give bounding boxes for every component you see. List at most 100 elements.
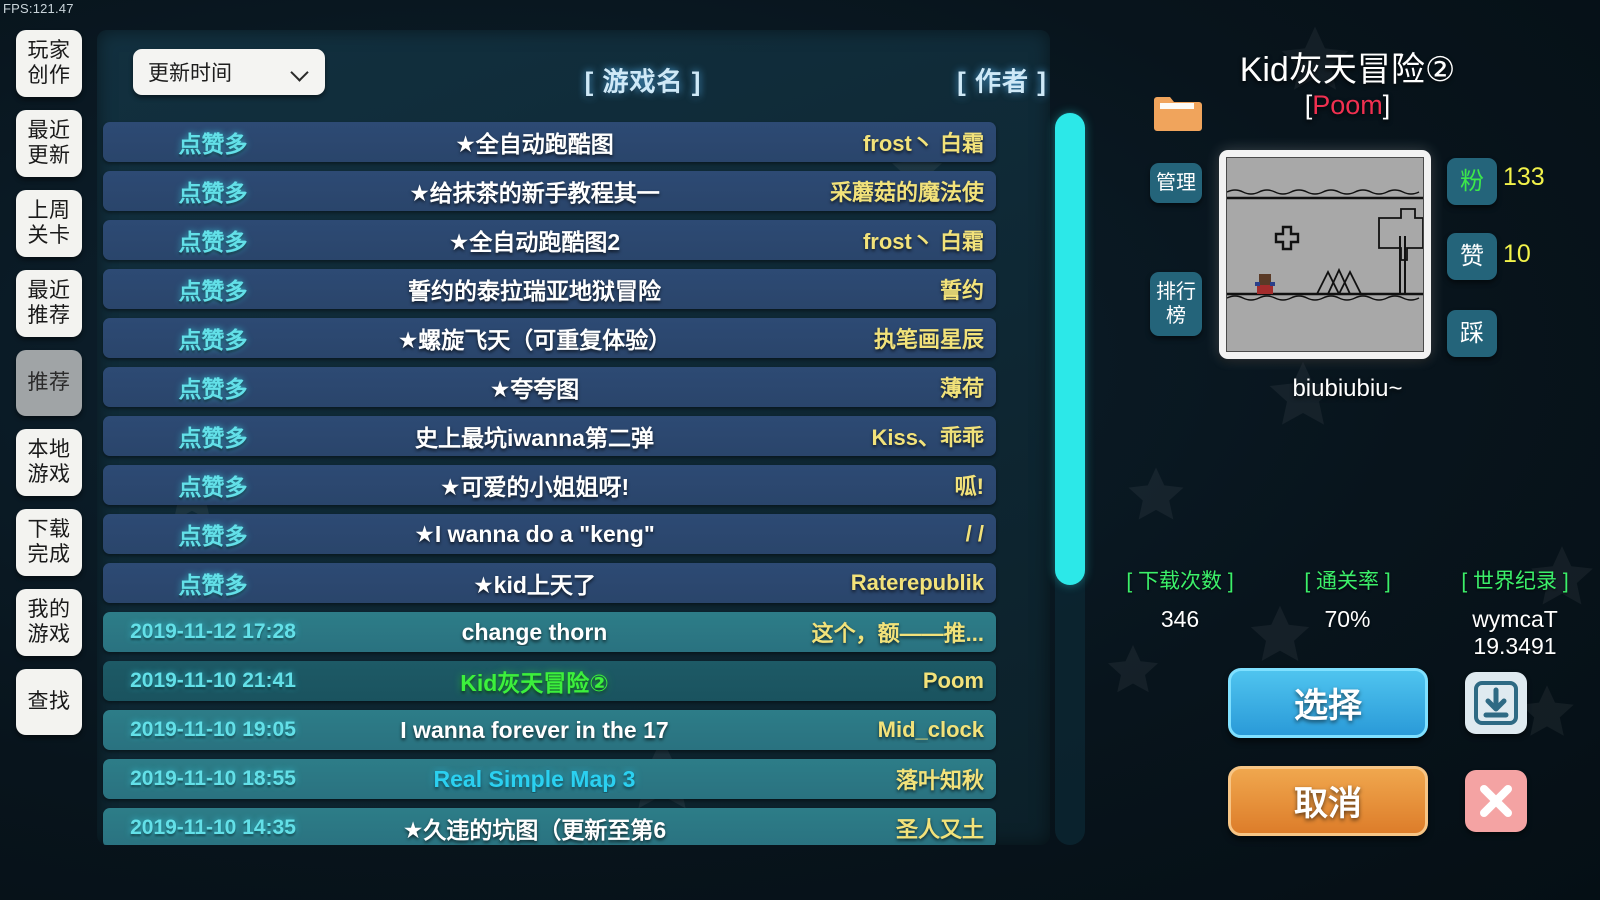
preview-image (1226, 157, 1424, 352)
metric-clearrate: [ 通关率 ] 70% (1265, 565, 1430, 633)
metric-clearrate-label: [ 通关率 ] (1304, 570, 1391, 593)
sidebar-item-label: 最近 (27, 119, 71, 142)
star-decor-icon (1108, 645, 1158, 693)
row-game-name: 誓约的泰拉瑞亚地狱冒险 (408, 278, 661, 304)
table-row[interactable]: 点赞多 ★螺旋飞天（可重复体验） 执笔画星辰 (103, 318, 996, 358)
fans-button[interactable]: 粉 (1447, 158, 1497, 205)
sidebar-item-label: 更新 (27, 144, 71, 167)
sidebar-item-label: 玩家 (27, 39, 71, 62)
fps-counter: FPS:121.47 (3, 1, 74, 16)
row-game-name: ★全自动跑酷图2 (448, 229, 621, 255)
sidebar-item-label: 上周 (27, 199, 71, 222)
table-row[interactable]: 2019-11-12 17:28 change thorn 这个，额——推... (103, 612, 996, 652)
close-button[interactable] (1465, 770, 1527, 832)
sidebar-item-8[interactable]: 查找 (16, 669, 82, 735)
row-meta: 点赞多 (178, 327, 248, 353)
row-author: 落叶知秋 (895, 768, 984, 793)
sidebar-item-label: 游戏 (27, 623, 71, 646)
row-meta: 点赞多 (178, 474, 248, 500)
metric-downloads-label: [ 下载次数 ] (1126, 570, 1234, 593)
table-row[interactable]: 点赞多 史上最坑iwanna第二弹 Kiss、乖乖 (103, 416, 996, 456)
game-list-rows: 点赞多 ★全自动跑酷图 frost丶 白霜 点赞多 ★给抹茶的新手教程其一 采蘑菇的魔法使… (97, 118, 1050, 845)
sort-dropdown[interactable]: 更新时间 (133, 49, 325, 95)
sidebar-item-label: 创作 (27, 64, 71, 87)
table-row[interactable]: 点赞多 ★夸夸图 薄荷 (103, 367, 996, 407)
row-author: Kiss、乖乖 (871, 425, 984, 450)
table-row[interactable]: 2019-11-10 18:55 Real Simple Map 3 落叶知秋 (103, 759, 996, 799)
row-game-name: ★kid上天了 (473, 572, 596, 598)
sidebar-item-1[interactable]: 最近 更新 (16, 110, 82, 177)
cancel-button[interactable]: 取消 (1228, 766, 1428, 836)
table-row[interactable]: 点赞多 ★全自动跑酷图2 frost丶 白霜 (103, 220, 996, 260)
column-header-name: [ 游戏名 ] (584, 66, 702, 97)
row-meta: 2019-11-10 14:35 (130, 816, 296, 839)
row-game-name: ★夸夸图 (489, 376, 580, 402)
table-row[interactable]: 点赞多 ★I wanna do a "keng" / / (103, 514, 996, 554)
row-game-name: ★全自动跑酷图 (455, 131, 614, 157)
table-row[interactable]: 点赞多 ★kid上天了 Raterepublik (103, 563, 996, 603)
detail-star-decorations (1095, 0, 1600, 900)
table-row[interactable]: 点赞多 ★可爱的小姐姐呀! 呱! (103, 465, 996, 505)
row-meta: 点赞多 (178, 523, 248, 549)
sidebar-item-label: 推荐 (27, 304, 71, 327)
row-game-name: I wanna forever in the 17 (400, 716, 669, 743)
metric-worldrecord: [ 世界纪录 ] wymcaT 19.3491 (1430, 565, 1600, 660)
row-author: 执笔画星辰 (873, 327, 984, 352)
row-game-name: Kid灰天冒险② (460, 670, 609, 696)
sidebar-item-label: 游戏 (27, 463, 71, 486)
sidebar-item-6[interactable]: 下载 完成 (16, 509, 82, 576)
row-meta: 点赞多 (178, 131, 248, 157)
author-name: Poom (1312, 90, 1383, 120)
row-meta: 点赞多 (178, 425, 248, 451)
sidebar-item-0[interactable]: 玩家 创作 (16, 30, 82, 97)
table-row[interactable]: 点赞多 ★全自动跑酷图 frost丶 白霜 (103, 122, 996, 162)
sidebar-item-5[interactable]: 本地 游戏 (16, 429, 82, 496)
star-decor-icon (1128, 467, 1184, 520)
fans-count: 133 (1503, 163, 1545, 191)
download-icon (1474, 681, 1518, 725)
row-game-name: ★久违的坑图（更新至第6 (402, 817, 667, 843)
table-row[interactable]: 点赞多 ★给抹茶的新手教程其一 采蘑菇的魔法使 (103, 171, 996, 211)
like-button[interactable]: 赞 (1447, 233, 1497, 280)
app-root: FPS:121.47 玩家 创作 最近 更新 上周 关卡 最近 推荐 推荐 本地 游戏 下载 完成 我的游… (0, 0, 1600, 900)
sidebar-item-7[interactable]: 我的 游戏 (16, 589, 82, 656)
metric-clearrate-value: 70% (1324, 606, 1371, 632)
row-author: Raterepublik (850, 570, 984, 595)
game-detail-panel: Kid灰天冒险② [Poom] 管理 排行榜 粉 133 赞 10 踩 biub… (1095, 0, 1600, 900)
row-author: 采蘑菇的魔法使 (829, 180, 984, 205)
row-meta: 点赞多 (178, 180, 248, 206)
sidebar-item-3[interactable]: 最近 推荐 (16, 270, 82, 337)
download-button[interactable] (1465, 672, 1527, 734)
ranking-button[interactable]: 排行榜 (1150, 272, 1202, 336)
row-game-name: ★给抹茶的新手教程其一 (409, 180, 660, 206)
table-row[interactable]: 2019-11-10 21:41 Kid灰天冒险② Poom (103, 661, 996, 701)
sidebar-item-4[interactable]: 推荐 (16, 350, 82, 416)
sidebar-item-label: 最近 (27, 279, 71, 302)
row-game-name: ★I wanna do a "keng" (414, 520, 655, 547)
select-button[interactable]: 选择 (1228, 668, 1428, 738)
sidebar-item-2[interactable]: 上周 关卡 (16, 190, 82, 257)
chevron-down-icon (291, 63, 309, 81)
list-scrollbar-thumb[interactable] (1055, 113, 1085, 585)
folder-icon[interactable] (1152, 94, 1204, 134)
table-row[interactable]: 2019-11-10 19:05 I wanna forever in the 1… (103, 710, 996, 750)
row-game-name: ★可爱的小姐姐呀! (439, 474, 630, 500)
row-meta: 点赞多 (178, 229, 248, 255)
row-game-name: ★螺旋飞天（可重复体验） (397, 327, 672, 353)
row-meta: 2019-11-10 18:55 (130, 767, 296, 790)
row-game-name: Real Simple Map 3 (433, 765, 636, 792)
manage-button[interactable]: 管理 (1150, 163, 1202, 203)
game-preview-thumbnail[interactable] (1219, 150, 1431, 359)
close-icon (1480, 785, 1512, 817)
dislike-button[interactable]: 踩 (1447, 310, 1497, 357)
detail-game-subtitle: biubiubiu~ (1292, 375, 1403, 402)
row-meta: 2019-11-10 19:05 (130, 718, 296, 741)
sidebar-item-label: 查找 (27, 690, 71, 713)
table-row[interactable]: 2019-11-10 14:35 ★久违的坑图（更新至第6 圣人又土 (103, 808, 996, 845)
row-game-name: 史上最坑iwanna第二弹 (415, 425, 654, 451)
table-row[interactable]: 点赞多 誓约的泰拉瑞亚地狱冒险 誓约 (103, 269, 996, 309)
row-author: 呱! (954, 474, 984, 499)
sidebar-item-label: 下载 (27, 518, 71, 541)
metric-worldrecord-time: 19.3491 (1473, 633, 1557, 659)
column-header-author: [ 作者 ] (957, 66, 1047, 97)
